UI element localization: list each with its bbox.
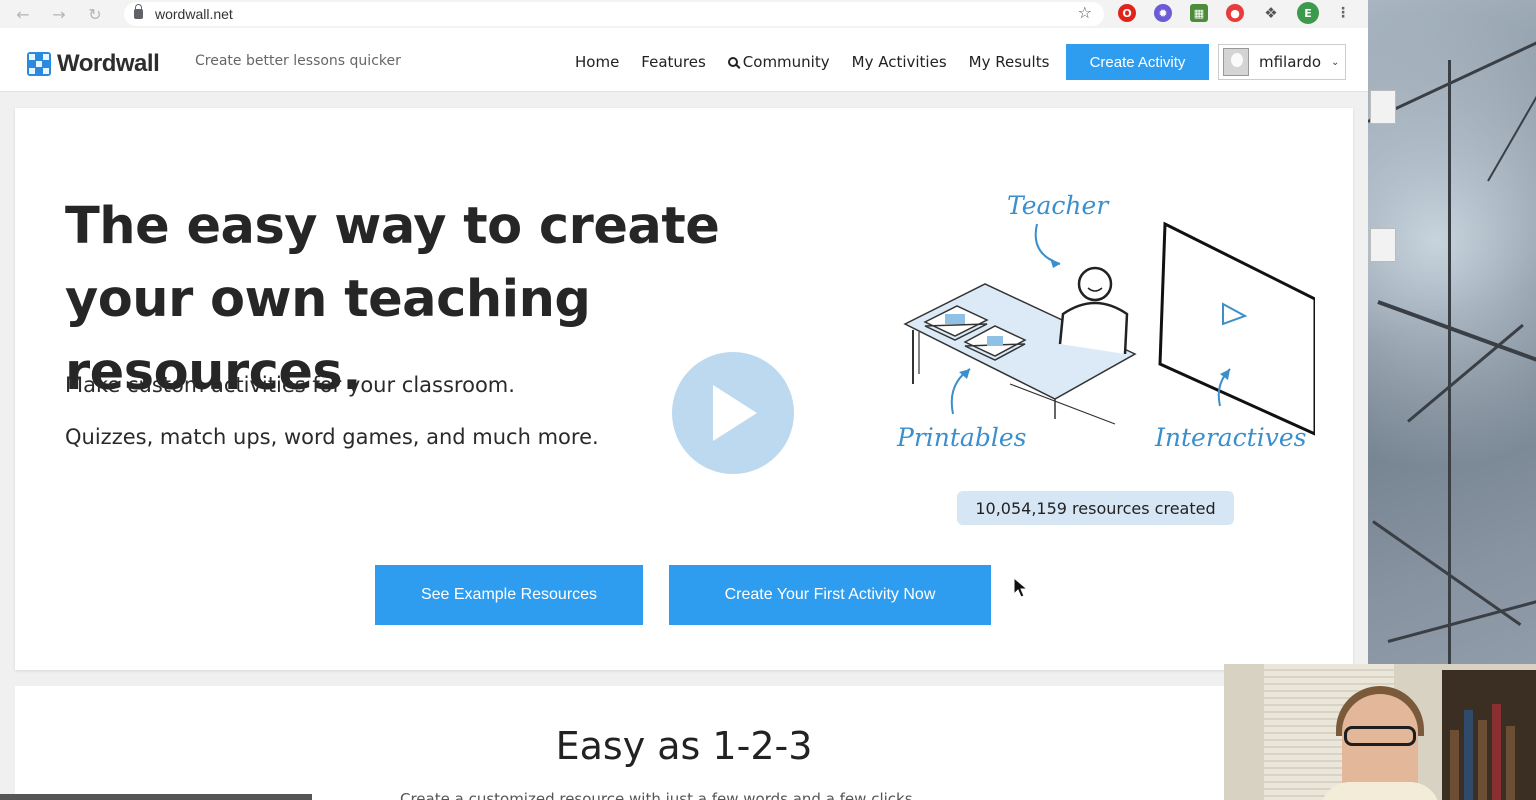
address-bar[interactable]: wordwall.net ☆ bbox=[124, 2, 1104, 26]
profile-avatar[interactable]: E bbox=[1297, 2, 1319, 24]
nav-my-results[interactable]: My Results bbox=[969, 53, 1050, 71]
classroom-illustration: Teacher Printables Interactives bbox=[896, 191, 1315, 452]
teacher-label: Teacher bbox=[1007, 191, 1110, 220]
taskbar-strip bbox=[0, 794, 312, 800]
nav-features[interactable]: Features bbox=[641, 53, 706, 71]
create-first-activity-button[interactable]: Create Your First Activity Now bbox=[669, 565, 991, 625]
browser-toolbar: ← → ↻ wordwall.net ☆ O ✹ ▦ ● ❖ E ⋮ bbox=[0, 0, 1368, 28]
create-activity-button[interactable]: Create Activity bbox=[1066, 44, 1209, 80]
chevron-down-icon: ⌄ bbox=[1331, 56, 1340, 68]
resources-counter-badge: 10,054,159 resources created bbox=[957, 491, 1234, 525]
browser-window: ← → ↻ wordwall.net ☆ O ✹ ▦ ● ❖ E ⋮ Wordw… bbox=[0, 0, 1368, 800]
desktop-file-icon[interactable] bbox=[1370, 228, 1396, 262]
hero-subline-2: Quizzes, match ups, word games, and much… bbox=[65, 425, 599, 449]
easy-title: Easy as 1-2-3 bbox=[555, 724, 813, 768]
see-example-resources-button[interactable]: See Example Resources bbox=[375, 565, 643, 625]
puzzle-extension-icon[interactable]: ❖ bbox=[1262, 4, 1280, 22]
tagline: Create better lessons quicker bbox=[195, 53, 401, 69]
play-video-button[interactable] bbox=[672, 352, 794, 474]
teacher-figure-icon bbox=[1058, 266, 1129, 355]
nav-community[interactable]: Community bbox=[727, 53, 830, 71]
bookmark-star-icon[interactable]: ☆ bbox=[1078, 3, 1092, 22]
gear-extension-icon[interactable]: ✹ bbox=[1154, 4, 1172, 22]
brand-name: Wordwall bbox=[57, 50, 160, 77]
username: mfilardo bbox=[1259, 53, 1322, 71]
interactive-board-icon bbox=[1158, 221, 1315, 436]
wordwall-logo[interactable]: Wordwall bbox=[27, 50, 160, 78]
presenter-glasses bbox=[1344, 726, 1416, 746]
nav-home[interactable]: Home bbox=[575, 53, 619, 71]
hero-card: The easy way to create your own teaching… bbox=[15, 108, 1353, 670]
nav-my-activities[interactable]: My Activities bbox=[852, 53, 947, 71]
lock-icon bbox=[134, 4, 143, 19]
main-nav: Home Features Community My Activities My… bbox=[575, 53, 1071, 71]
interactives-label: Interactives bbox=[1154, 423, 1306, 452]
easy-section: Easy as 1-2-3 Create a customized resour… bbox=[15, 686, 1353, 800]
menu-dots-icon[interactable]: ⋮ bbox=[1334, 4, 1352, 22]
search-icon bbox=[727, 57, 738, 67]
user-menu[interactable]: mfilardo ⌄ bbox=[1218, 44, 1346, 80]
nav-community-label: Community bbox=[742, 53, 830, 71]
mouse-cursor-icon bbox=[1013, 577, 1029, 598]
printables-label: Printables bbox=[896, 423, 1026, 452]
record-extension-icon[interactable]: ● bbox=[1226, 4, 1244, 22]
webcam-overlay bbox=[1224, 664, 1536, 800]
site-header: Wordwall Create better lessons quicker H… bbox=[0, 28, 1368, 92]
hero-subline-1: Make custom activities for your classroo… bbox=[65, 373, 515, 397]
back-icon[interactable]: ← bbox=[12, 3, 34, 25]
bookshelf bbox=[1442, 670, 1536, 800]
presenter-shirt bbox=[1320, 782, 1440, 800]
opera-extension-icon[interactable]: O bbox=[1118, 4, 1136, 22]
logo-mark-icon bbox=[27, 52, 51, 76]
url-text: wordwall.net bbox=[155, 6, 233, 22]
play-icon bbox=[713, 385, 757, 441]
reload-icon[interactable]: ↻ bbox=[84, 3, 106, 25]
desktop-file-icon[interactable] bbox=[1370, 90, 1396, 124]
easy-subtitle: Create a customized resource with just a… bbox=[400, 790, 918, 800]
avatar bbox=[1223, 48, 1249, 76]
image-extension-icon[interactable]: ▦ bbox=[1190, 4, 1208, 22]
forward-icon[interactable]: → bbox=[48, 3, 70, 25]
